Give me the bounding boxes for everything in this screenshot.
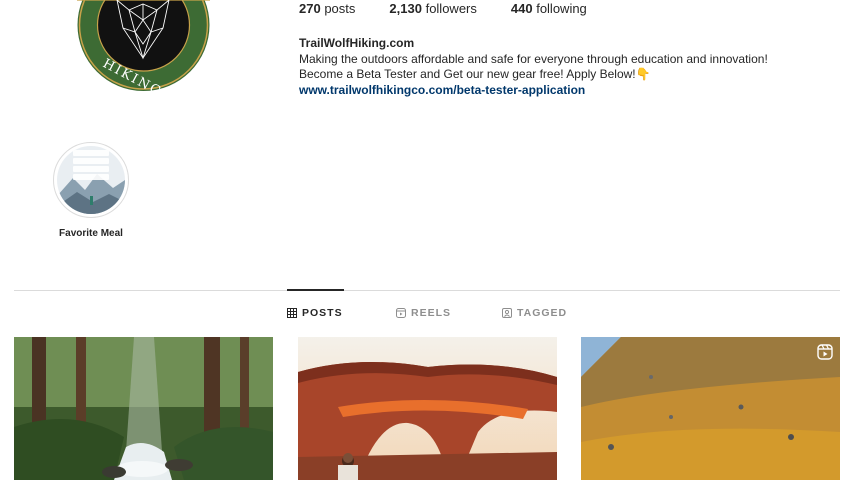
tab-tagged-label: TAGGED <box>517 307 568 319</box>
post-thumbnail-autumn-hillside[interactable] <box>581 337 840 480</box>
following-count: 440 <box>510 1 533 16</box>
tab-posts-label: POSTS <box>302 307 343 319</box>
profile-name: TrailWolfHiking.com <box>299 36 415 50</box>
profile-tabs: POSTS REELS TAGGED <box>0 307 854 323</box>
tagged-icon <box>502 308 512 318</box>
bio-line-2: Become a Beta Tester and Get our new gea… <box>299 67 651 82</box>
reel-indicator-icon <box>817 344 833 360</box>
tab-reels[interactable]: REELS <box>396 307 451 319</box>
highlight-ring <box>53 142 129 218</box>
story-highlight[interactable] <box>52 142 130 218</box>
posts-label: posts <box>324 1 356 16</box>
bio-line-1: Making the outdoors affordable and safe … <box>299 51 768 66</box>
highlight-label: Favorite Meal <box>59 228 123 239</box>
following-stat[interactable]: 440 following <box>511 1 587 16</box>
posts-stat: 270 posts <box>299 1 355 16</box>
tab-posts[interactable]: POSTS <box>287 307 343 319</box>
followers-count: 2,130 <box>389 1 422 16</box>
followers-stat[interactable]: 2,130 followers <box>389 1 476 16</box>
profile-bio: TrailWolfHiking.com Making the outdoors … <box>299 36 839 99</box>
profile-stats: 270 posts 2,130 followers 440 following <box>299 1 621 16</box>
following-label: following <box>536 1 587 16</box>
posts-count: 270 <box>299 1 321 16</box>
post-thumbnail-forest-waterfall[interactable] <box>14 337 273 480</box>
tabs-divider <box>14 290 840 291</box>
followers-label: followers <box>425 1 477 16</box>
profile-avatar[interactable]: HIKING CLUB <box>77 0 211 125</box>
highlight-thumbnail <box>57 146 125 214</box>
bio-link[interactable]: www.trailwolfhikingco.com/beta-tester-ap… <box>299 83 585 97</box>
active-tab-indicator <box>287 289 344 291</box>
grid-icon <box>287 308 297 318</box>
tab-tagged[interactable]: TAGGED <box>502 307 567 319</box>
post-thumbnail-desert-arch[interactable] <box>298 337 557 480</box>
reels-icon <box>396 308 406 318</box>
tab-reels-label: REELS <box>411 307 452 319</box>
